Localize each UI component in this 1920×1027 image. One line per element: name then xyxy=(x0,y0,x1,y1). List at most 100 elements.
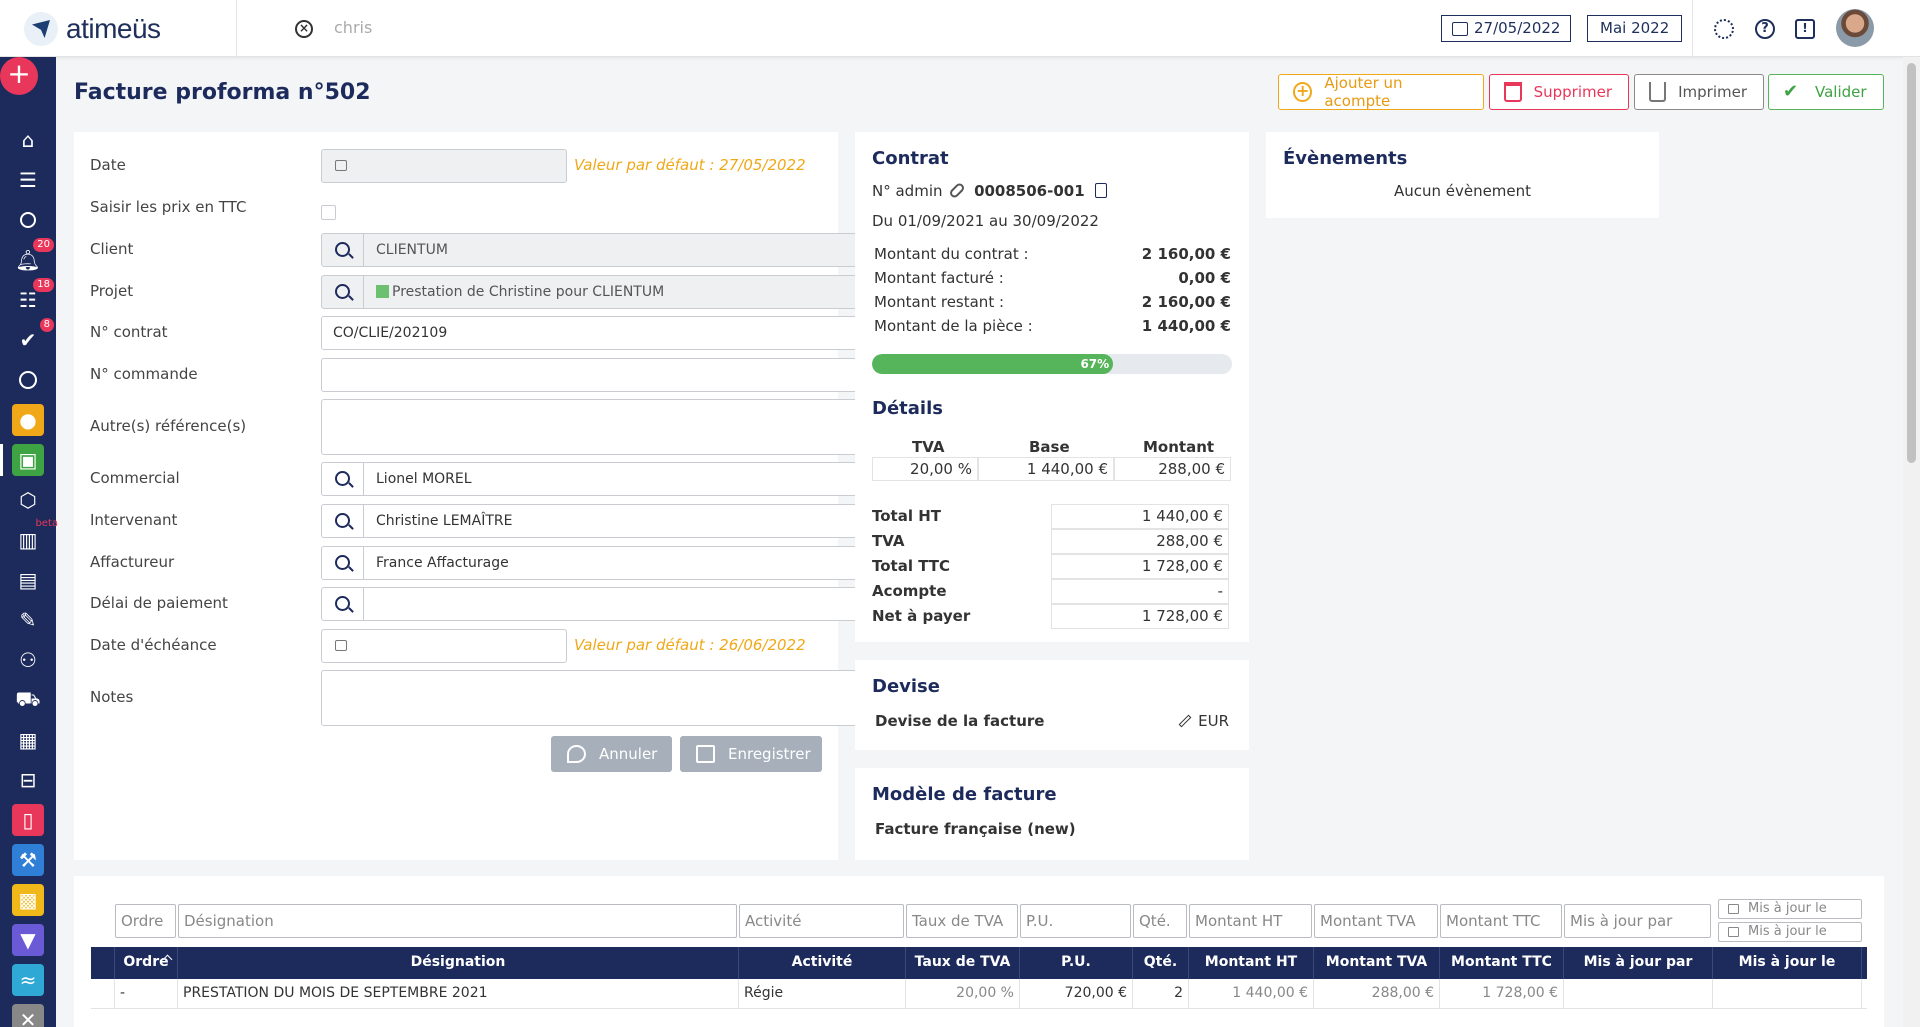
wave-icon[interactable]: ≈ xyxy=(12,964,44,996)
cart-icon[interactable]: ▣ xyxy=(12,444,44,476)
search-icon[interactable] xyxy=(322,276,364,308)
avatar[interactable] xyxy=(1836,9,1874,47)
column-filter-input[interactable]: Activité xyxy=(739,904,904,938)
calendar-icon xyxy=(335,160,347,171)
column-filter-input[interactable]: P.U. xyxy=(1020,904,1131,938)
tasks-icon[interactable]: ☷ 18 xyxy=(12,278,54,316)
notes-textarea[interactable] xyxy=(321,670,889,726)
current-month-button[interactable]: Mai 2022 xyxy=(1587,15,1683,42)
references-textarea[interactable] xyxy=(321,399,889,455)
due-date-field[interactable] xyxy=(321,629,567,663)
clear-search-icon[interactable]: × xyxy=(295,20,313,38)
user-icon[interactable]: ● xyxy=(12,404,44,436)
logo-text: atimeüs xyxy=(66,13,161,44)
column-filter-input[interactable]: Taux de TVA xyxy=(906,904,1018,938)
table-cell: Régie xyxy=(739,979,906,1009)
column-header[interactable]: Désignation xyxy=(178,947,739,979)
edit-list-icon[interactable]: ✎ xyxy=(12,604,44,636)
project-color-icon xyxy=(376,285,389,298)
events-empty-text: Aucun évènement xyxy=(1393,182,1532,200)
bell-icon[interactable]: 🔔︎ 20 xyxy=(12,238,54,276)
column-header[interactable]: Montant TTC xyxy=(1440,947,1564,979)
scrollbar-thumb[interactable] xyxy=(1907,63,1916,463)
page-scrollbar[interactable] xyxy=(1903,57,1920,1027)
column-header[interactable]: Mis à jour le xyxy=(1713,947,1862,979)
column-filter-input[interactable]: Montant HT xyxy=(1189,904,1312,938)
amount-header: Montant xyxy=(1143,438,1215,456)
consultant-field[interactable]: Christine LEMAÎTRE xyxy=(321,504,889,538)
search-icon[interactable] xyxy=(12,204,44,236)
add-deposit-button[interactable]: + Ajouter un acompte xyxy=(1278,74,1484,110)
add-deposit-label: Ajouter un acompte xyxy=(1324,74,1403,110)
planning-icon[interactable]: ▥ beta xyxy=(12,518,58,556)
search-icon[interactable] xyxy=(322,234,364,266)
project-field[interactable]: Prestation de Christine pour CLIENTUM xyxy=(321,275,889,309)
print-button[interactable]: Imprimer xyxy=(1634,74,1764,110)
filter-icon[interactable]: ▼ xyxy=(12,924,44,956)
search-icon[interactable] xyxy=(322,463,364,495)
add-icon[interactable]: + xyxy=(0,57,38,95)
edit-document-icon[interactable] xyxy=(1095,183,1108,198)
calendar-icon[interactable]: ▦ xyxy=(12,724,44,756)
search-icon[interactable] xyxy=(322,588,364,620)
search-icon[interactable] xyxy=(322,547,364,579)
link-icon[interactable] xyxy=(948,181,967,200)
beta-label: beta xyxy=(35,518,58,529)
pie-chart-icon[interactable] xyxy=(12,364,44,396)
client-field[interactable]: CLIENTUM xyxy=(321,233,889,267)
box-icon[interactable]: ⬡ xyxy=(12,484,44,516)
search-icon[interactable] xyxy=(322,505,364,537)
gear-icon[interactable] xyxy=(1714,19,1734,39)
contract-number-field[interactable]: CO/CLIE/202109 xyxy=(321,316,889,350)
tools-icon[interactable]: ⚒ xyxy=(12,844,44,876)
column-filter-input[interactable]: Mis à jour par xyxy=(1564,904,1711,938)
wrench-icon[interactable]: ✕ xyxy=(12,1004,44,1027)
table-row[interactable]: - PRESTATION DU MOIS DE SEPTEMBRE 2021 Rég… xyxy=(91,979,1867,1009)
cancel-button[interactable]: Annuler xyxy=(551,736,672,772)
current-date-button[interactable]: 27/05/2022 xyxy=(1441,15,1572,42)
truck-icon[interactable]: ⛟ xyxy=(12,684,44,716)
date-field[interactable] xyxy=(321,149,567,183)
briefcase-icon[interactable]: ⊟ xyxy=(12,764,44,796)
check-icon[interactable]: ✔ 8 xyxy=(12,318,54,356)
column-header-label: Montant HT xyxy=(1204,954,1298,970)
updated-at-from-filter[interactable]: Mis à jour le xyxy=(1718,899,1862,919)
sales-field[interactable]: Lionel MOREL xyxy=(321,462,889,496)
updated-at-to-filter[interactable]: Mis à jour le xyxy=(1718,922,1862,942)
column-filter-input[interactable]: Ordre xyxy=(115,904,176,938)
column-header[interactable]: Taux de TVA xyxy=(906,947,1020,979)
home-icon[interactable]: ⌂ xyxy=(12,124,44,156)
org-chart-icon[interactable]: ⚇ xyxy=(12,644,44,676)
column-header[interactable]: Montant TVA xyxy=(1314,947,1440,979)
ttc-checkbox[interactable] xyxy=(321,205,336,220)
column-header[interactable]: Mis à jour par xyxy=(1564,947,1713,979)
app-logo[interactable]: atimeüs xyxy=(24,12,161,46)
column-header[interactable]: Qté. xyxy=(1133,947,1189,979)
search-input[interactable]: chris xyxy=(334,18,372,37)
contract-amount-row: Montant du contrat : 2 160,00 € xyxy=(874,245,1231,263)
help-icon[interactable]: ? xyxy=(1755,19,1775,39)
admin-number[interactable]: 0008506-001 xyxy=(974,182,1085,200)
factor-field[interactable]: France Affacturage xyxy=(321,546,889,580)
column-filter-input[interactable]: Montant TVA xyxy=(1314,904,1438,938)
column-filter-input[interactable]: Montant TTC xyxy=(1440,904,1562,938)
invoice-icon[interactable]: ▯ xyxy=(12,804,44,836)
column-filter-input[interactable]: Qté. xyxy=(1133,904,1187,938)
currency-value-button[interactable]: EUR xyxy=(1178,712,1229,730)
save-button[interactable]: Enregistrer xyxy=(680,736,822,772)
payment-term-field[interactable] xyxy=(321,587,889,621)
order-number-field[interactable] xyxy=(321,358,889,392)
building-icon[interactable]: ▩ xyxy=(12,884,44,916)
feedback-icon[interactable]: ! xyxy=(1795,19,1815,39)
delete-button[interactable]: Supprimer xyxy=(1489,74,1629,110)
column-header[interactable]: Activité xyxy=(739,947,906,979)
column-header[interactable]: Montant HT xyxy=(1189,947,1314,979)
column-header[interactable]: Ordre xyxy=(115,947,178,979)
row-select-cell[interactable] xyxy=(91,979,115,1009)
vat-rate-cell: 20,00 % xyxy=(872,457,978,481)
validate-button[interactable]: ✔ Valider xyxy=(1768,74,1884,110)
column-header[interactable]: P.U. xyxy=(1020,947,1133,979)
document-icon[interactable]: ▤ xyxy=(12,564,44,596)
column-filter-input[interactable]: Désignation xyxy=(178,904,737,938)
list-icon[interactable]: ☰ xyxy=(12,164,44,196)
